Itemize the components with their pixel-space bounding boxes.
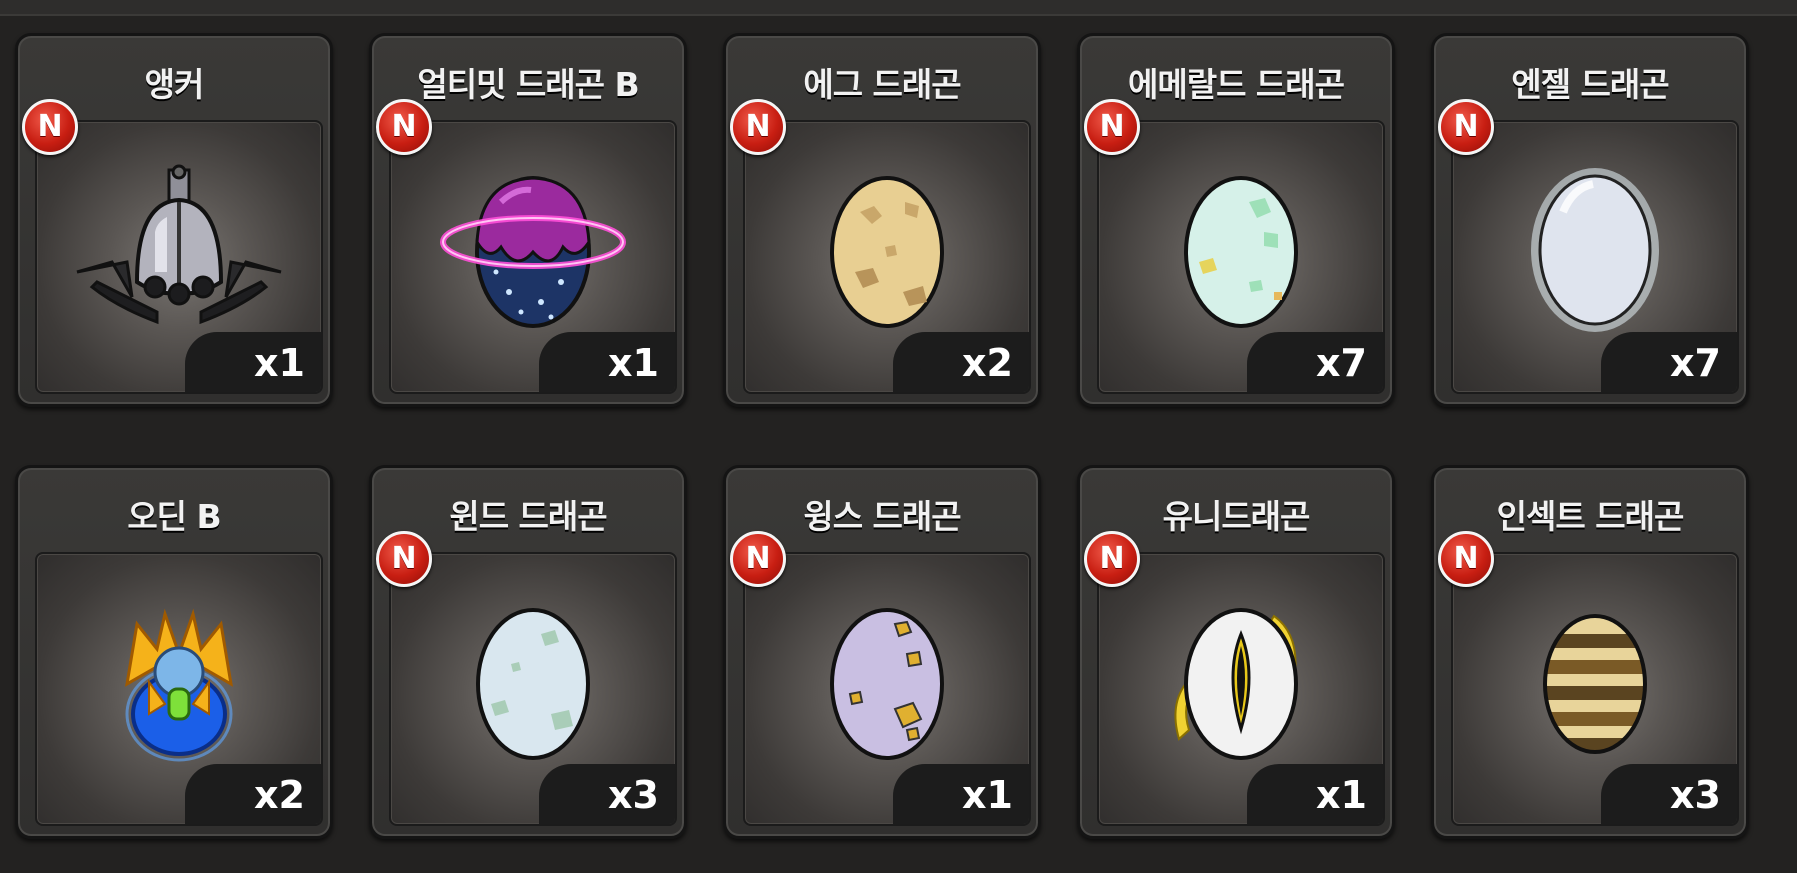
item-card-wings-dragon[interactable]: 윙스 드래곤 x1 N (723, 465, 1041, 839)
item-name: 윙스 드래곤 (803, 497, 961, 536)
item-name: 오딘 B (127, 497, 221, 536)
new-badge: N (730, 531, 786, 587)
item-card-wind-dragon[interactable]: 윈드 드래곤 x3 N (369, 465, 687, 839)
item-slot[interactable]: x7 (1451, 120, 1739, 394)
item-slot[interactable]: x1 (35, 120, 323, 394)
item-card-odin-b[interactable]: 오딘 B x2 (15, 465, 333, 839)
item-name: 앵커 (144, 65, 205, 104)
item-count: x3 (539, 764, 675, 824)
item-card-egg-dragon[interactable]: 에그 드래곤 x2 N (723, 33, 1041, 407)
item-count: x7 (1601, 332, 1737, 392)
item-name: 얼티밋 드래곤 B (417, 65, 639, 104)
item-name: 에그 드래곤 (803, 65, 961, 104)
new-badge: N (376, 99, 432, 155)
item-name: 에메랄드 드래곤 (1127, 65, 1345, 104)
item-slot[interactable]: x1 (389, 120, 677, 394)
item-count: x2 (185, 764, 321, 824)
item-slot[interactable]: x2 (743, 120, 1031, 394)
item-slot[interactable]: x1 (1097, 552, 1385, 826)
new-badge: N (1084, 531, 1140, 587)
item-count: x3 (1601, 764, 1737, 824)
item-card-ultimate-dragon-b[interactable]: 얼티밋 드래곤 B x1 N (369, 33, 687, 407)
item-count: x1 (539, 332, 675, 392)
item-slot[interactable]: x1 (743, 552, 1031, 826)
item-card-insect-dragon[interactable]: 인섹트 드래곤 x3 N (1431, 465, 1749, 839)
item-count: x7 (1247, 332, 1383, 392)
new-badge: N (730, 99, 786, 155)
item-slot[interactable]: x7 (1097, 120, 1385, 394)
item-count: x2 (893, 332, 1029, 392)
new-badge: N (22, 99, 78, 155)
item-count: x1 (185, 332, 321, 392)
item-slot[interactable]: x2 (35, 552, 323, 826)
new-badge: N (1438, 99, 1494, 155)
top-bar (0, 0, 1797, 16)
new-badge: N (1438, 531, 1494, 587)
new-badge: N (376, 531, 432, 587)
item-card-emerald-dragon[interactable]: 에메랄드 드래곤 x7 N (1077, 33, 1395, 407)
item-name: 인섹트 드래곤 (1496, 497, 1685, 536)
item-name: 엔젤 드래곤 (1511, 65, 1669, 104)
item-count: x1 (1247, 764, 1383, 824)
item-card-anchor[interactable]: 앵커 x1 N (15, 33, 333, 407)
item-slot[interactable]: x3 (1451, 552, 1739, 826)
item-slot[interactable]: x3 (389, 552, 677, 826)
item-count: x1 (893, 764, 1029, 824)
item-name: 윈드 드래곤 (449, 497, 607, 536)
item-card-angel-dragon[interactable]: 엔젤 드래곤 x7 N (1431, 33, 1749, 407)
item-name: 유니드래곤 (1162, 497, 1311, 536)
item-card-uni-dragon[interactable]: 유니드래곤 x1 N (1077, 465, 1395, 839)
new-badge: N (1084, 99, 1140, 155)
